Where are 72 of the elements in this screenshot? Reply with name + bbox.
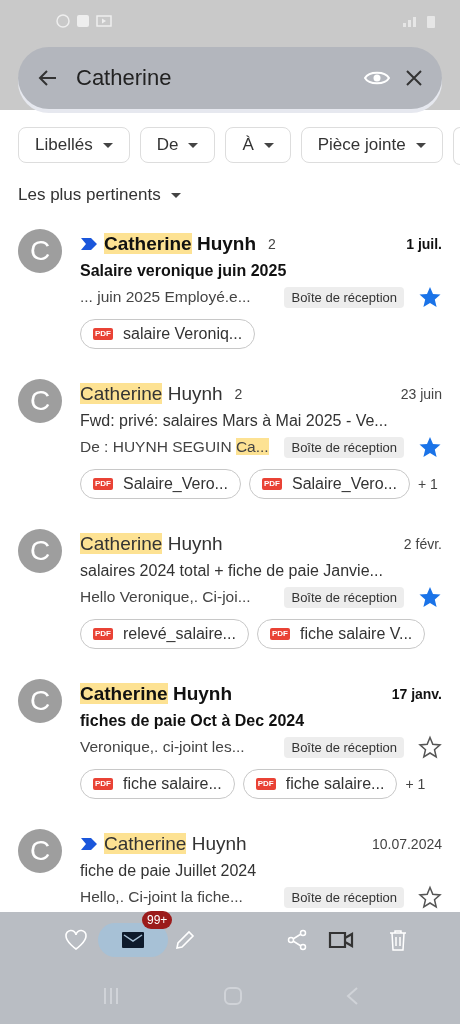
attachment-chip[interactable]: PDF salaire Veroniq... bbox=[80, 319, 256, 349]
star-icon[interactable] bbox=[418, 435, 442, 459]
email-date: 17 janv. bbox=[391, 686, 442, 702]
thread-count: 2 bbox=[234, 386, 243, 402]
caret-icon bbox=[170, 192, 181, 198]
email-snippet: ... juin 2025 Employé.e... bbox=[80, 288, 252, 306]
pdf-icon: PDF bbox=[93, 778, 113, 790]
battery-icon bbox=[426, 14, 436, 28]
avatar: C bbox=[18, 229, 62, 273]
attachment-chip[interactable]: PDF Salaire_Vero... bbox=[248, 469, 410, 499]
avatar: C bbox=[18, 379, 62, 423]
pdf-icon: PDF bbox=[269, 628, 290, 640]
email-date: 23 juin bbox=[400, 386, 442, 402]
caret-icon bbox=[415, 142, 426, 148]
pdf-icon: PDF bbox=[255, 778, 276, 790]
email-subject: Salaire veronique juin 2025 bbox=[80, 261, 288, 281]
star-outline-icon[interactable] bbox=[418, 735, 442, 759]
sender-name: Catherine Huynh bbox=[104, 833, 247, 855]
email-subject: fiches de paie Oct à Dec 2024 bbox=[80, 711, 306, 731]
filter-chip[interactable]: À bbox=[225, 127, 291, 163]
thread-count: 2 bbox=[268, 236, 276, 252]
pdf-icon: PDF bbox=[93, 328, 113, 340]
more-attachments-count: + 1 bbox=[417, 476, 438, 492]
avatar: C bbox=[18, 529, 62, 573]
star-outline-icon[interactable] bbox=[418, 885, 442, 909]
attachment-chip[interactable]: PDF Salaire_Vero... bbox=[80, 469, 241, 499]
video-camera-icon[interactable] bbox=[328, 930, 354, 950]
caret-icon bbox=[263, 142, 274, 148]
email-snippet: Hello Veronique,. Ci-joi... bbox=[80, 588, 252, 606]
search-field[interactable]: Catherine bbox=[74, 64, 350, 92]
more-attachments-count: + 1 bbox=[405, 776, 426, 792]
avatar: C bbox=[18, 829, 62, 873]
unread-badge: 99+ bbox=[142, 911, 173, 929]
inbox-label: Boîte de réception bbox=[284, 286, 404, 308]
star-icon[interactable] bbox=[418, 585, 442, 609]
attachment-chip[interactable]: PDF relevé_salaire... bbox=[80, 619, 249, 649]
sender-name: Catherine Huynh bbox=[80, 383, 223, 405]
pdf-icon: PDF bbox=[93, 628, 113, 640]
email-snippet: Veronique,. ci-joint les... bbox=[80, 738, 246, 756]
filter-chip[interactable]: Libellés bbox=[18, 127, 130, 163]
pdf-icon: PDF bbox=[93, 478, 113, 490]
email-date: 10.07.2024 bbox=[371, 836, 442, 852]
close-icon[interactable] bbox=[404, 68, 424, 88]
sender-name: Catherine Huynh bbox=[80, 533, 223, 555]
avatar: C bbox=[18, 679, 62, 723]
inbox-label: Boîte de réception bbox=[284, 886, 404, 908]
mail-button[interactable] bbox=[98, 923, 168, 957]
attachment-chip[interactable]: PDF fiche salaire V... bbox=[256, 619, 426, 649]
email-date: 1 juil. bbox=[406, 236, 442, 252]
inbox-label: Boîte de réception bbox=[284, 736, 404, 758]
email-subject: salaires 2024 total + fiche de paie Janvie... bbox=[80, 561, 384, 581]
caret-icon bbox=[102, 142, 113, 148]
pdf-icon: PDF bbox=[261, 478, 282, 490]
caret-icon bbox=[188, 142, 199, 148]
inbox-label: Boîte de réception bbox=[284, 586, 404, 608]
filter-chip[interactable]: Pièce jointe bbox=[300, 127, 443, 163]
email-snippet: Hello,. Ci-joint la fiche... bbox=[80, 888, 244, 906]
attachment-chip[interactable]: PDF fiche salaire... bbox=[242, 769, 398, 799]
notification-icon bbox=[56, 14, 70, 28]
email-subject: fiche de paie Juillet 2024 bbox=[80, 861, 258, 881]
email-snippet: De : HUYNH SEGUIN Ca... bbox=[80, 438, 270, 456]
sender-name: Catherine Huynh bbox=[80, 683, 233, 705]
attachment-chip[interactable]: PDF fiche salaire... bbox=[80, 769, 235, 799]
sort-dropdown[interactable]: Les plus pertinents bbox=[18, 185, 181, 205]
email-date: 2 févr. bbox=[403, 536, 442, 552]
sender-name: Catherine Huynh bbox=[104, 233, 257, 255]
star-icon[interactable] bbox=[418, 285, 442, 309]
inbox-label: Boîte de réception bbox=[284, 436, 404, 458]
mail-icon bbox=[121, 931, 145, 949]
email-subject: Fwd: privé: salaires Mars à Mai 2025 - Ve... bbox=[80, 411, 389, 431]
video-icon bbox=[96, 14, 112, 28]
filter-chip[interactable]: De bbox=[139, 127, 216, 163]
